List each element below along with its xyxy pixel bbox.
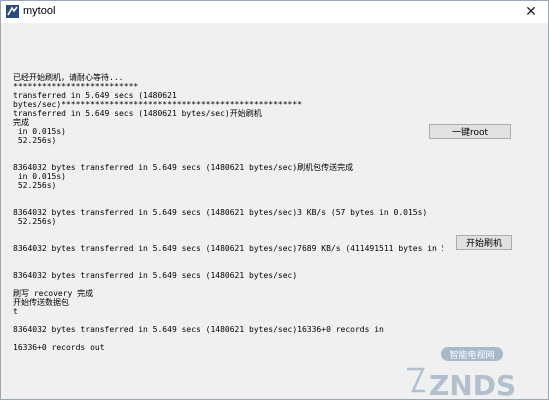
log-line: 8364032 bytes transferred in 5.649 secs … xyxy=(13,163,354,172)
log-line: bytes/sec)******************************… xyxy=(13,100,302,109)
title-bar[interactable]: mytool ✕ xyxy=(1,1,548,23)
client-area: 已经开始刷机，请耐心等待... *************************… xyxy=(1,23,548,402)
znds-watermark: 智能电视网 ZNDS xyxy=(399,339,549,415)
app-icon xyxy=(6,5,19,18)
log-line: 已经开始刷机，请耐心等待... xyxy=(13,73,124,82)
close-button[interactable]: ✕ xyxy=(518,2,544,22)
log-line: 8364032 bytes transferred in 5.649 secs … xyxy=(13,244,443,253)
znds-logo-icon: 智能电视网 ZNDS xyxy=(407,347,516,402)
log-line: in 0.015s) xyxy=(13,172,66,181)
log-line: 16336+0 records out xyxy=(13,343,105,352)
log-line: transferred in 5.649 secs (1480621 bytes… xyxy=(13,109,262,118)
log-line: 52.256s) xyxy=(13,136,57,145)
log-line: 8364032 bytes transferred in 5.649 secs … xyxy=(13,325,384,334)
app-window: mytool ✕ 已经开始刷机，请耐心等待... ****************… xyxy=(0,0,549,402)
window-title: mytool xyxy=(23,5,56,17)
log-output: 已经开始刷机，请耐心等待... *************************… xyxy=(13,73,443,367)
log-line: in 0.015s) xyxy=(13,127,66,136)
log-line: 开始传送数据包 xyxy=(13,298,69,307)
log-line: transferred in 5.649 secs (1480621 xyxy=(13,91,177,100)
log-line: t xyxy=(13,307,18,316)
log-line: 完成 xyxy=(13,118,29,127)
log-line: 52.256s) xyxy=(13,181,57,190)
log-line: 8364032 bytes transferred in 5.649 secs … xyxy=(13,271,298,280)
log-line: ************************** xyxy=(13,82,139,91)
one-click-root-button[interactable]: 一键root xyxy=(429,124,511,139)
log-line: 52.256s) xyxy=(13,217,57,226)
watermark-subtitle: 智能电视网 xyxy=(449,349,494,361)
watermark-brand: ZNDS xyxy=(429,369,516,402)
log-line: 8364032 bytes transferred in 5.649 secs … xyxy=(13,208,428,217)
close-icon: ✕ xyxy=(525,4,537,20)
log-line: 刷写 recovery 完成 xyxy=(13,289,94,298)
start-flash-button[interactable]: 开始刷机 xyxy=(456,235,512,250)
